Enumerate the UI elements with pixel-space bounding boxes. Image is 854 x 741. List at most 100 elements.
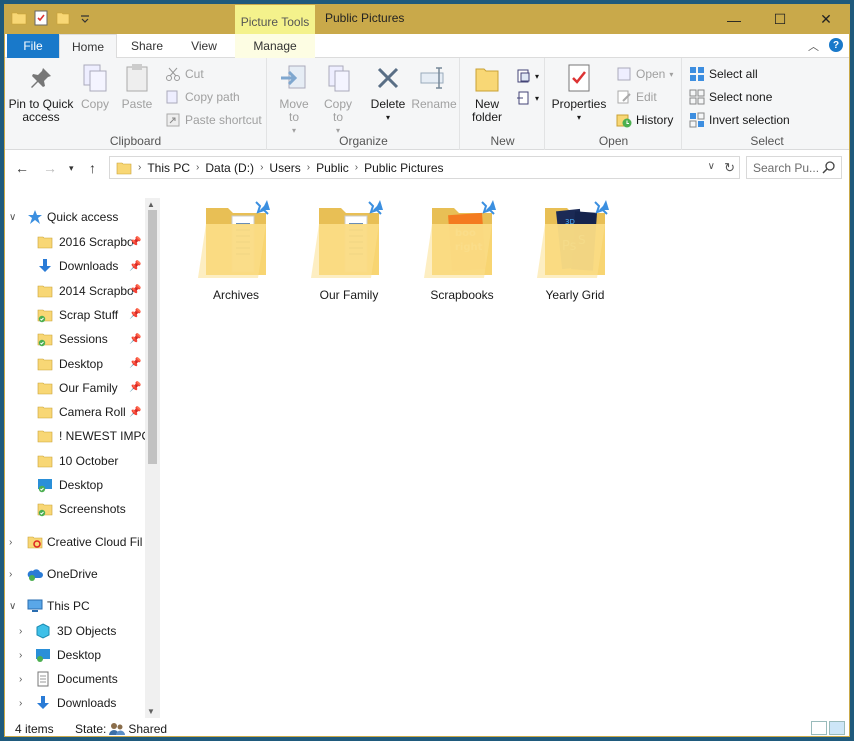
nav-this-pc[interactable]: ∨ This PC	[5, 595, 145, 617]
easy-access-button[interactable]: ▾	[515, 88, 539, 108]
minimize-button[interactable]: —	[711, 5, 757, 34]
address-history-chevron-icon[interactable]: ∨	[708, 161, 715, 172]
collapse-ribbon-icon[interactable]: ︿	[808, 38, 819, 54]
recent-locations-chevron-icon[interactable]: ▾	[69, 163, 74, 174]
nav-pc-desktop[interactable]: › Desktop	[5, 644, 145, 666]
nav-3d-objects[interactable]: › 3D Objects	[5, 620, 145, 642]
search-icon[interactable]	[822, 160, 836, 174]
pinned-icon[interactable]: 📌	[129, 237, 141, 248]
nav-quick-item[interactable]: Camera Roll 📌	[5, 401, 145, 423]
navigation-bar: ← → ▾ ↑ › This PC › Data (D:) › Users › …	[5, 152, 849, 184]
nav-quick-item[interactable]: ! NEWEST IMPOI	[5, 425, 145, 447]
customize-qat-icon[interactable]	[77, 10, 93, 26]
new-item-button[interactable]: ▾	[515, 66, 539, 86]
tab-view[interactable]: View	[177, 34, 231, 58]
folder-sync-icon	[37, 309, 53, 323]
scroll-up-icon[interactable]: ▲	[147, 200, 155, 209]
pin-to-quick-access-button[interactable]: Pin to Quick access	[7, 62, 75, 124]
paste-shortcut-button[interactable]: Paste shortcut	[165, 110, 262, 130]
expand-chevron-icon[interactable]: ›	[19, 626, 29, 637]
pinned-icon[interactable]: 📌	[129, 407, 141, 418]
large-icons-view-icon[interactable]	[829, 721, 845, 735]
properties-button[interactable]: Properties ▾	[550, 62, 608, 124]
folder-tile[interactable]: Archives	[186, 198, 286, 302]
folder-tile[interactable]: Our Family	[299, 198, 399, 302]
paste-button[interactable]: Paste	[117, 62, 157, 111]
new-folder-qat-icon[interactable]	[55, 10, 71, 26]
expand-chevron-icon[interactable]: ›	[19, 674, 29, 685]
nav-scrollbar-thumb[interactable]	[148, 210, 157, 464]
rename-label: Rename	[411, 97, 457, 111]
nav-quick-item[interactable]: Screenshots	[5, 498, 145, 520]
help-icon[interactable]: ?	[829, 38, 843, 52]
close-button[interactable]: ✕	[803, 5, 849, 34]
nav-quick-item[interactable]: Our Family 📌	[5, 377, 145, 399]
properties-qat-icon[interactable]	[33, 10, 49, 26]
nav-onedrive[interactable]: › OneDrive	[5, 563, 145, 585]
delete-button[interactable]: Delete ▾	[368, 62, 408, 124]
new-folder-button[interactable]: New folder	[465, 62, 509, 124]
expand-chevron-icon[interactable]: ›	[19, 650, 29, 661]
pinned-icon[interactable]: 📌	[129, 309, 141, 320]
rename-button[interactable]: Rename	[411, 62, 457, 111]
expand-chevron-icon[interactable]: ∨	[9, 212, 19, 223]
details-view-icon[interactable]	[811, 721, 827, 735]
3d-objects-icon	[36, 623, 50, 639]
scroll-down-icon[interactable]: ▼	[147, 707, 155, 716]
copy-to-button[interactable]: Copy to ▾	[318, 62, 358, 137]
breadcrumb-public[interactable]: Public	[316, 161, 349, 175]
refresh-icon[interactable]: ↻	[724, 160, 735, 176]
expand-chevron-icon[interactable]: ›	[19, 698, 29, 709]
up-arrow-icon[interactable]: ↑	[89, 160, 96, 176]
tab-manage[interactable]: Manage	[235, 34, 315, 58]
nav-pc-downloads[interactable]: › Downloads	[5, 692, 145, 714]
nav-quick-item[interactable]: Desktop	[5, 474, 145, 496]
pinned-icon[interactable]: 📌	[129, 334, 141, 345]
search-box[interactable]: Search Pu...	[746, 156, 842, 179]
select-none-button[interactable]: Select none	[689, 87, 772, 107]
address-bar[interactable]: › This PC › Data (D:) › Users › Public ›…	[109, 156, 740, 179]
expand-chevron-icon[interactable]: ›	[9, 569, 19, 580]
maximize-button[interactable]: ☐	[757, 5, 803, 34]
cut-button[interactable]: Cut	[165, 64, 204, 84]
back-arrow-icon[interactable]: ←	[15, 160, 29, 176]
nav-creative-cloud[interactable]: › Creative Cloud Fil	[5, 531, 145, 553]
nav-quick-item[interactable]: 2014 Scrapbo 📌	[5, 280, 145, 302]
expand-chevron-icon[interactable]: ›	[9, 537, 19, 548]
breadcrumb-this-pc[interactable]: This PC	[147, 161, 190, 175]
pinned-icon[interactable]: 📌	[129, 261, 141, 272]
breadcrumb-data-drive[interactable]: Data (D:)	[205, 161, 254, 175]
tab-home[interactable]: Home	[59, 34, 117, 59]
select-all-button[interactable]: Select all	[689, 64, 758, 84]
nav-quick-item[interactable]: Desktop 📌	[5, 353, 145, 375]
history-button[interactable]: History	[616, 110, 673, 130]
pinned-icon[interactable]: 📌	[129, 382, 141, 393]
nav-quick-item[interactable]: Downloads 📌	[5, 255, 145, 277]
folder-tile[interactable]: PsS3D Yearly Grid	[525, 198, 625, 302]
nav-quick-item[interactable]: Sessions 📌	[5, 328, 145, 350]
shared-folder-icon	[198, 200, 270, 278]
breadcrumb-separator-icon: ›	[354, 162, 359, 173]
breadcrumb-users[interactable]: Users	[269, 161, 300, 175]
edit-button[interactable]: Edit	[616, 87, 657, 107]
nav-documents[interactable]: › Documents	[5, 668, 145, 690]
nav-quick-item[interactable]: Scrap Stuff 📌	[5, 304, 145, 326]
pinned-icon[interactable]: 📌	[129, 358, 141, 369]
forward-arrow-icon[interactable]: →	[43, 160, 57, 176]
invert-selection-button[interactable]: Invert selection	[689, 110, 790, 130]
breadcrumb-public-pictures[interactable]: Public Pictures	[364, 161, 443, 175]
nav-quick-item-label: Desktop	[59, 356, 104, 371]
tab-share[interactable]: Share	[117, 34, 177, 58]
copy-button[interactable]: Copy	[77, 62, 113, 111]
folder-tile[interactable]: booright Scrapbooks	[412, 198, 512, 302]
move-to-button[interactable]: Move to ▾	[274, 62, 314, 137]
copy-path-button[interactable]: Copy path	[165, 87, 240, 107]
open-button[interactable]: Open ▾	[616, 64, 673, 84]
expand-chevron-icon[interactable]: ∨	[9, 601, 19, 612]
nav-quick-item[interactable]: 2016 Scrapbo 📌	[5, 231, 145, 253]
tab-file[interactable]: File	[7, 34, 59, 58]
nav-quick-access[interactable]: ∨ Quick access	[5, 206, 145, 228]
nav-quick-item[interactable]: 10 October	[5, 450, 145, 472]
pinned-icon[interactable]: 📌	[129, 285, 141, 296]
computer-icon	[27, 599, 43, 612]
